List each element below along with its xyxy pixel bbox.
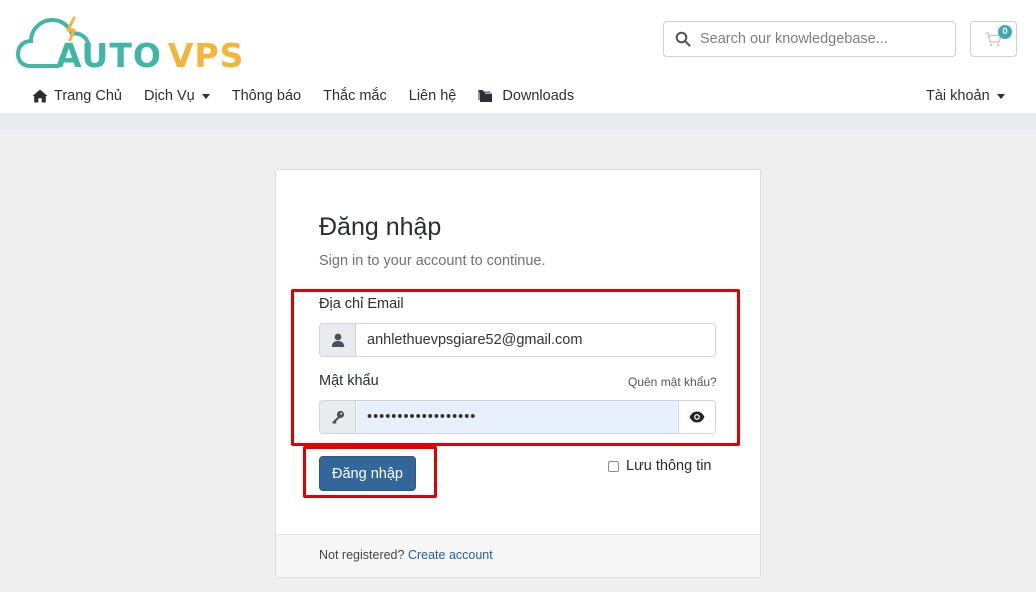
folder-icon [478,90,493,102]
remember-label: Lưu thông tin [626,458,712,474]
autovps-logo[interactable]: AUTO VPS [15,10,243,75]
remember-checkbox[interactable] [608,460,619,472]
account-menu[interactable]: Tài khoản [926,86,1005,106]
nav-item-faq[interactable]: Thắc mắc [323,88,387,104]
account-menu-label: Tài khoản [926,88,990,104]
nav-item-downloads[interactable]: Downloads [478,88,574,104]
nav-item-faq-label: Thắc mắc [323,88,387,104]
nav-item-announcements-label: Thông báo [231,88,302,104]
chevron-down-icon [996,93,1005,99]
header-band [0,113,1036,130]
cart-count-badge: 0 [998,25,1012,39]
nav-item-downloads-label: Downloads [502,88,575,104]
create-account-link[interactable]: Create account [408,548,493,562]
chevron-down-icon [201,93,210,99]
login-button-highlight-box [303,446,437,498]
logo-text-vps: VPS [167,36,245,75]
not-registered-text: Not registered? [319,548,405,562]
nav-item-contact-label: Liên hệ [408,88,457,104]
home-icon [32,89,48,103]
nav-item-services[interactable]: Dịch Vụ [144,88,210,104]
credentials-highlight-box [291,289,740,446]
nav-item-services-label: Dịch Vụ [143,88,195,104]
remember-me[interactable]: Lưu thông tin [608,458,712,474]
search-input[interactable] [700,23,950,55]
logo-text: AUTO VPS [56,36,244,75]
knowledgebase-search[interactable] [663,21,956,57]
card-footer: Not registered? Create account [276,534,760,577]
logo-text-auto: AUTO [56,36,162,75]
page-title: Đăng nhập [319,213,442,241]
nav-item-home[interactable]: Trang Chủ [32,88,122,104]
main-nav: Trang Chủ Dịch Vụ Thông báo Thắc mắc Liê… [32,86,596,106]
nav-item-announcements[interactable]: Thông báo [232,88,301,104]
search-icon [675,31,691,47]
cart-button[interactable]: 0 [970,21,1017,57]
nav-item-contact[interactable]: Liên hệ [409,88,457,104]
page-subtitle: Sign in to your account to continue. [319,253,546,269]
nav-item-home-label: Trang Chủ [54,88,122,104]
